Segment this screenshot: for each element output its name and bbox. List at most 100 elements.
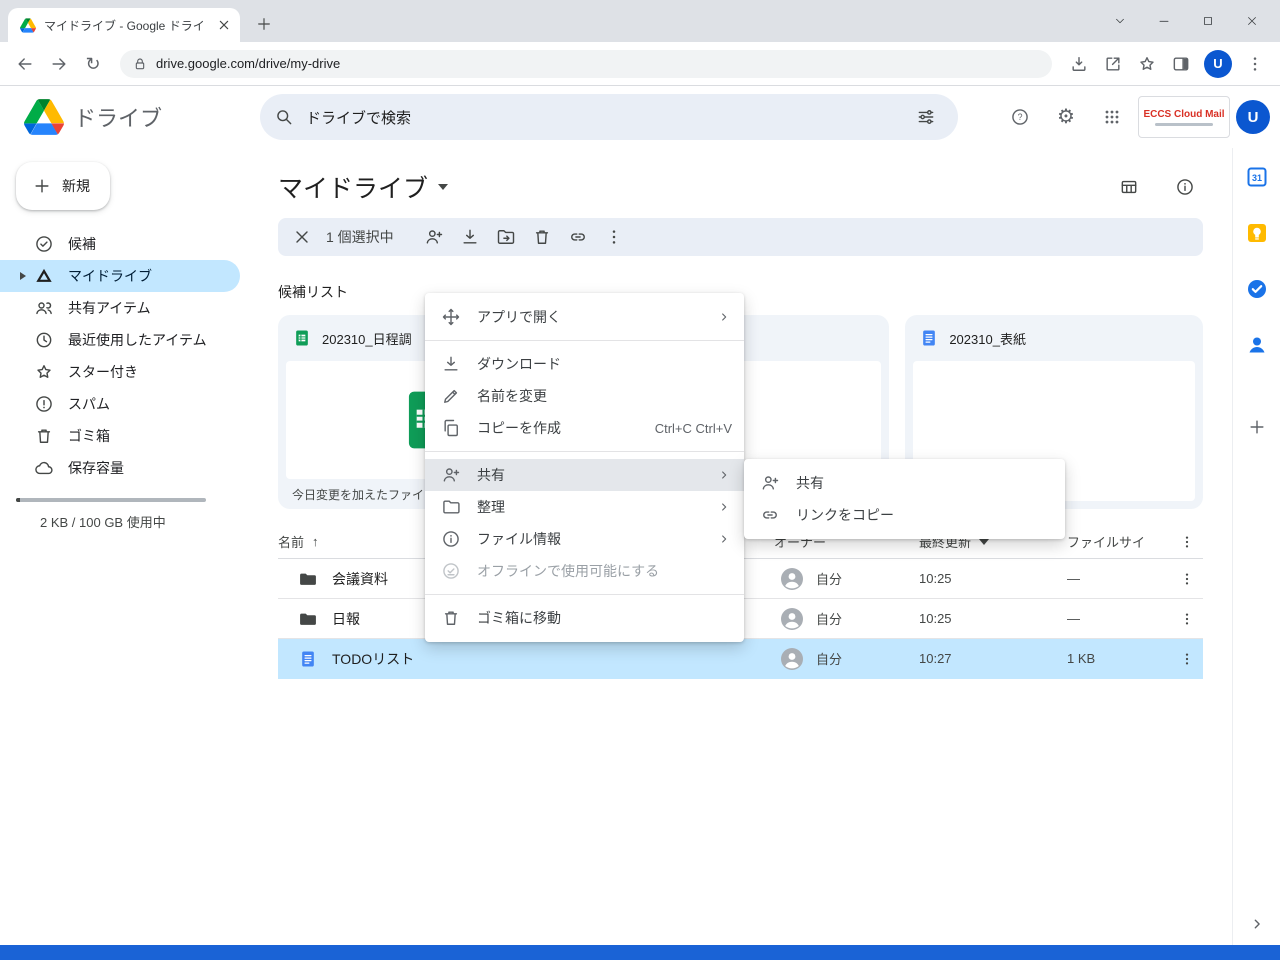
- sidebar-item-starred[interactable]: スター付き: [0, 356, 240, 388]
- search-input[interactable]: ドライブで検索: [260, 94, 958, 140]
- sidebar-item-spam[interactable]: スパム: [0, 388, 240, 420]
- tasks-app-button[interactable]: [1244, 276, 1270, 302]
- details-button[interactable]: [1167, 169, 1203, 205]
- close-window-button[interactable]: [1230, 0, 1274, 42]
- owner-name: 自分: [816, 569, 842, 588]
- share-page-button[interactable]: [1096, 47, 1130, 81]
- info-icon: [1175, 177, 1195, 197]
- sidebar-item-recent[interactable]: 最近使用したアイテム: [0, 324, 240, 356]
- trash-icon: [34, 426, 54, 446]
- sidebar-item-label: 保存容量: [68, 458, 124, 478]
- modified-time: 10:25: [919, 571, 1067, 586]
- advanced-search-button[interactable]: [908, 99, 944, 135]
- modified-time: 10:25: [919, 611, 1067, 626]
- close-icon: [292, 227, 312, 247]
- sort-ascending-icon[interactable]: ↑: [312, 534, 319, 549]
- menu-item-file-info[interactable]: ファイル情報: [425, 523, 744, 555]
- pencil-icon: [441, 386, 461, 406]
- column-dropdown-icon[interactable]: [979, 539, 989, 545]
- people-icon: [34, 298, 54, 318]
- tab-search-button[interactable]: [1098, 0, 1142, 42]
- column-options-button[interactable]: [1172, 527, 1202, 557]
- help-button[interactable]: ?: [1000, 97, 1040, 137]
- sidebar-item-storage[interactable]: 保存容量: [0, 452, 240, 484]
- browser-menu-button[interactable]: [1238, 47, 1272, 81]
- selection-toolbar: 1 個選択中: [278, 218, 1203, 256]
- toolbar-move-button[interactable]: [488, 219, 524, 255]
- row-more-button[interactable]: [1172, 644, 1202, 674]
- back-button[interactable]: [8, 47, 42, 81]
- get-add-ons-button[interactable]: [1244, 414, 1270, 440]
- forward-button[interactable]: [42, 47, 76, 81]
- menu-item-make-copy[interactable]: コピーを作成 Ctrl+C Ctrl+V: [425, 412, 744, 444]
- toolbar-more-button[interactable]: [596, 219, 632, 255]
- row-more-button[interactable]: [1172, 604, 1202, 634]
- browser-tab[interactable]: マイドライブ - Google ドライブ: [8, 8, 240, 42]
- submenu-item-share[interactable]: 共有: [744, 467, 1065, 499]
- person-add-icon: [424, 227, 444, 247]
- settings-button[interactable]: ⚙: [1046, 97, 1086, 137]
- calendar-app-button[interactable]: 31: [1244, 164, 1270, 190]
- toolbar-link-button[interactable]: [560, 219, 596, 255]
- menu-item-label: コピーを作成: [477, 418, 639, 438]
- menu-item-download[interactable]: ダウンロード: [425, 348, 744, 380]
- sidebar-item-my-drive[interactable]: マイドライブ: [0, 260, 240, 292]
- trash-icon: [532, 227, 552, 247]
- menu-item-share[interactable]: 共有: [425, 459, 744, 491]
- toolbar-download-button[interactable]: [452, 219, 488, 255]
- arrow-left-icon: [15, 54, 35, 74]
- row-more-button[interactable]: [1172, 564, 1202, 594]
- apps-grid-icon: [1102, 107, 1122, 127]
- menu-item-label: 共有: [477, 465, 700, 485]
- menu-item-move-to-trash[interactable]: ゴミ箱に移動: [425, 602, 744, 634]
- more-vert-icon: [1179, 534, 1195, 550]
- account-avatar[interactable]: U: [1236, 100, 1270, 134]
- column-header-size[interactable]: ファイルサイ: [1067, 535, 1145, 550]
- menu-item-rename[interactable]: 名前を変更: [425, 380, 744, 412]
- menu-item-open-with[interactable]: アプリで開く: [425, 301, 744, 333]
- apps-grid-button[interactable]: [1092, 97, 1132, 137]
- title-dropdown-icon[interactable]: [438, 184, 448, 190]
- file-row-todo-list-selected[interactable]: TODOリスト 自分 10:27 1 KB: [278, 639, 1203, 679]
- toolbar-trash-button[interactable]: [524, 219, 560, 255]
- address-bar[interactable]: drive.google.com/drive/my-drive: [120, 50, 1052, 78]
- toolbar-share-button[interactable]: [416, 219, 452, 255]
- side-panel-button[interactable]: [1164, 47, 1198, 81]
- minimize-button[interactable]: [1142, 0, 1186, 42]
- grid-view-button[interactable]: [1111, 169, 1147, 205]
- new-tab-button[interactable]: [250, 10, 278, 38]
- menu-separator: [425, 594, 744, 595]
- sidebar-item-label: 共有アイテム: [68, 298, 151, 318]
- clear-selection-button[interactable]: [284, 219, 320, 255]
- browser-profile-avatar[interactable]: U: [1204, 50, 1232, 78]
- owner-avatar: [780, 607, 804, 631]
- new-button[interactable]: 新規: [16, 162, 110, 210]
- column-header-name[interactable]: 名前: [278, 532, 304, 551]
- share-icon: [1103, 54, 1123, 74]
- drive-logo-icon: [24, 99, 64, 135]
- sidebar-item-trash[interactable]: ゴミ箱: [0, 420, 240, 452]
- keep-app-button[interactable]: [1244, 220, 1270, 246]
- windows-taskbar-strip[interactable]: [0, 945, 1280, 960]
- sidebar-item-suggestions[interactable]: 候補: [0, 228, 240, 260]
- sidebar-item-shared[interactable]: 共有アイテム: [0, 292, 240, 324]
- person-add-icon: [441, 465, 461, 485]
- file-name: 会議資料: [332, 569, 388, 589]
- bookmark-button[interactable]: [1130, 47, 1164, 81]
- expand-caret-icon[interactable]: [20, 272, 26, 280]
- tab-close-button[interactable]: [214, 15, 234, 35]
- more-vert-icon: [1179, 611, 1195, 627]
- sidebar-item-label: マイドライブ: [68, 266, 152, 286]
- save-page-button[interactable]: [1062, 47, 1096, 81]
- eccs-subtext: [1155, 123, 1213, 126]
- submenu-arrow-icon: [716, 499, 732, 515]
- window-controls: [1098, 0, 1274, 42]
- hide-side-panel-button[interactable]: [1244, 911, 1270, 937]
- alert-circle-icon: [34, 394, 54, 414]
- submenu-item-copy-link[interactable]: リンクをコピー: [744, 499, 1065, 531]
- maximize-button[interactable]: [1186, 0, 1230, 42]
- menu-separator: [425, 340, 744, 341]
- men-item-organize[interactable]: 整理: [425, 491, 744, 523]
- contacts-app-button[interactable]: [1244, 332, 1270, 358]
- reload-button[interactable]: ↻: [76, 47, 110, 81]
